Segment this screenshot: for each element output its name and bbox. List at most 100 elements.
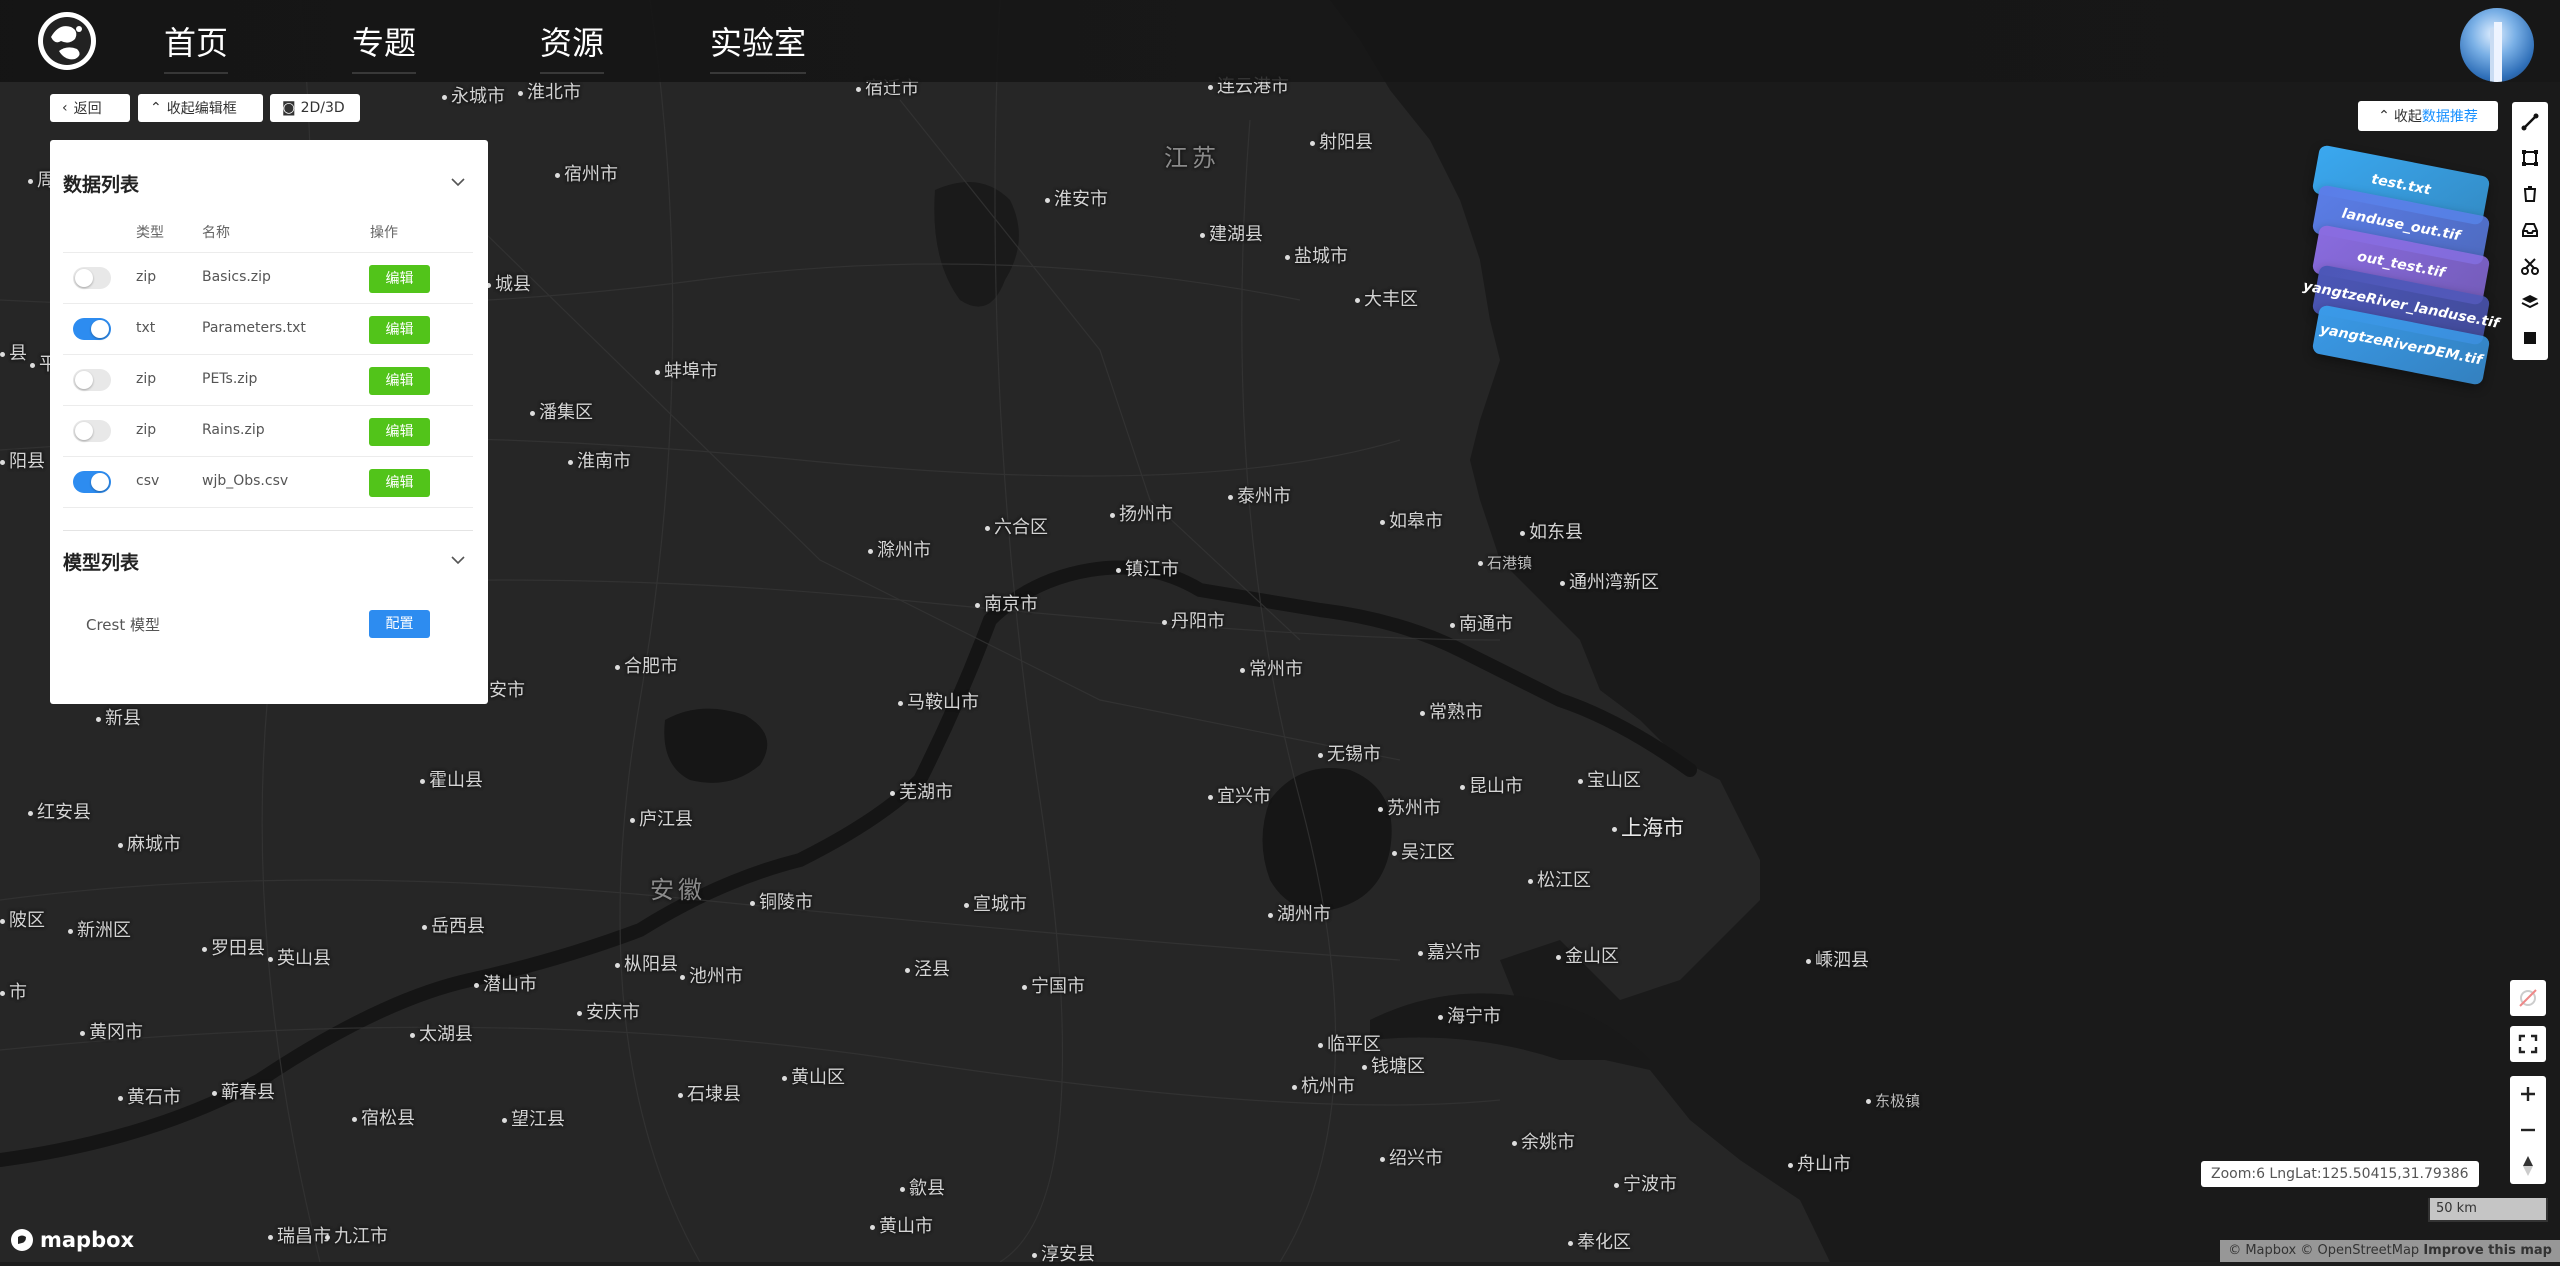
place-name: 如东县	[1529, 522, 1583, 543]
model-item-name: Crest 模型	[86, 616, 161, 634]
fullscreen-icon[interactable]	[2510, 1026, 2546, 1062]
mapbox-logo[interactable]: mapbox	[10, 1228, 134, 1252]
layers-icon[interactable]	[2520, 292, 2540, 312]
place-dot-icon	[1292, 1084, 1297, 1090]
col-header-action: 操作	[370, 225, 398, 241]
nav-lab[interactable]: 实验室	[710, 18, 807, 74]
place-dot-icon	[1380, 1156, 1385, 1162]
edit-button[interactable]: 编辑	[369, 316, 430, 344]
map-place-label: 新洲区	[68, 916, 131, 942]
place-name: 歙县	[909, 1178, 945, 1199]
map-place-label: 宁国市	[1022, 972, 1085, 998]
polygon-draw-icon[interactable]	[2520, 148, 2540, 168]
no-location-icon[interactable]	[2510, 980, 2546, 1016]
user-avatar[interactable]	[2460, 8, 2534, 82]
edit-button[interactable]: 编辑	[369, 469, 430, 497]
place-dot-icon	[1318, 752, 1323, 758]
place-name: 昆山市	[1469, 776, 1523, 797]
layer-toggle-switch[interactable]	[73, 420, 111, 442]
view-toggle-button[interactable]: ◙ 2D/3D	[270, 94, 360, 122]
square-icon[interactable]	[2520, 328, 2540, 348]
place-name: 英山县	[277, 948, 331, 969]
scissors-icon[interactable]	[2520, 256, 2540, 276]
place-name: 舟山市	[1797, 1154, 1851, 1175]
data-panel: 数据列表 类型 名称 操作 zip Basics.zip 编辑 txt Para…	[50, 140, 488, 704]
place-name: 马鞍山市	[907, 692, 979, 713]
collapse-recommend-button[interactable]: ⌃ 收起 数据推荐	[2358, 101, 2498, 131]
map-place-label: 宜兴市	[1208, 782, 1271, 808]
place-dot-icon	[782, 1075, 787, 1081]
place-name: 大丰区	[1364, 289, 1418, 310]
place-name: 金山区	[1565, 946, 1619, 967]
place-name: 庐江县	[639, 809, 693, 830]
place-name: 嵊泗县	[1815, 950, 1869, 971]
row-name: Parameters.txt	[202, 320, 306, 336]
chevron-up-icon: ⌃	[150, 100, 162, 116]
place-dot-icon	[680, 974, 685, 980]
switch-knob	[75, 422, 93, 440]
line-draw-icon[interactable]	[2520, 112, 2540, 132]
improve-map-link[interactable]: Improve this map	[2423, 1243, 2552, 1258]
chevron-down-icon[interactable]	[450, 174, 466, 190]
place-name: 余姚市	[1521, 1132, 1575, 1153]
zoom-control	[2510, 1076, 2546, 1184]
place-name: 红安县	[37, 802, 91, 823]
place-dot-icon	[530, 410, 535, 416]
place-dot-icon	[420, 778, 425, 784]
map-place-label: 吴江区	[1392, 838, 1455, 864]
place-name: 蚌埠市	[664, 361, 718, 382]
layer-toggle-switch[interactable]	[73, 471, 111, 493]
place-dot-icon	[325, 1234, 330, 1240]
map-place-label: 红安县	[28, 798, 91, 824]
zoom-in-icon[interactable]	[2510, 1076, 2546, 1112]
edit-button[interactable]: 编辑	[369, 418, 430, 446]
place-dot-icon	[630, 817, 635, 823]
map-place-label: 庐江县	[630, 805, 693, 831]
place-name: 新县	[105, 708, 141, 729]
place-name: 射阳县	[1319, 132, 1373, 153]
map-place-label: 城县	[486, 270, 531, 296]
app-logo[interactable]	[38, 12, 96, 70]
map-place-label: 潜山市	[474, 970, 537, 996]
layer-toggle-switch[interactable]	[73, 318, 111, 340]
place-dot-icon	[1378, 806, 1383, 812]
place-dot-icon	[555, 172, 560, 178]
layer-toggle-switch[interactable]	[73, 369, 111, 391]
edit-button[interactable]: 编辑	[369, 265, 430, 293]
inbox-icon[interactable]	[2520, 220, 2540, 240]
table-row: zip PETs.zip 编辑	[63, 355, 473, 406]
map-place-label: 盐城市	[1285, 242, 1348, 268]
map-place-label: 黄山市	[870, 1212, 933, 1238]
place-dot-icon	[975, 602, 980, 608]
place-dot-icon	[0, 459, 5, 465]
zoom-out-icon[interactable]	[2510, 1112, 2546, 1148]
nav-resources[interactable]: 资源	[540, 18, 605, 74]
attribution-text[interactable]: © Mapbox © OpenStreetMap	[2228, 1243, 2419, 1258]
place-dot-icon	[1560, 580, 1565, 586]
map-place-label: 钱塘区	[1362, 1052, 1425, 1078]
top-nav-bar: 首页 专题 资源 实验室	[0, 0, 2560, 82]
place-name: 上海市	[1621, 816, 1684, 840]
place-name: 潜山市	[483, 974, 537, 995]
compass-icon[interactable]	[2510, 1148, 2546, 1184]
place-name: 宣城市	[973, 894, 1027, 915]
scale-bar: 50 km	[2428, 1198, 2548, 1222]
chevron-down-icon[interactable]	[450, 552, 466, 568]
place-name: 东极镇	[1875, 1092, 1921, 1110]
place-name: 黄石市	[127, 1087, 181, 1108]
place-dot-icon	[96, 716, 101, 722]
nav-home[interactable]: 首页	[164, 18, 229, 74]
place-dot-icon	[1556, 954, 1561, 960]
config-button[interactable]: 配置	[369, 610, 430, 638]
place-dot-icon	[1022, 984, 1027, 990]
place-dot-icon	[905, 967, 910, 973]
nav-topics[interactable]: 专题	[352, 18, 417, 74]
place-dot-icon	[1806, 958, 1811, 964]
collapse-editor-button[interactable]: ⌃ 收起编辑框	[138, 94, 263, 122]
edit-button[interactable]: 编辑	[369, 367, 430, 395]
trash-icon[interactable]	[2520, 184, 2540, 204]
place-name: 嘉兴市	[1427, 942, 1481, 963]
layer-toggle-switch[interactable]	[73, 267, 111, 289]
place-name: 通州湾新区	[1569, 572, 1659, 593]
back-button[interactable]: ‹ 返回	[50, 94, 130, 122]
